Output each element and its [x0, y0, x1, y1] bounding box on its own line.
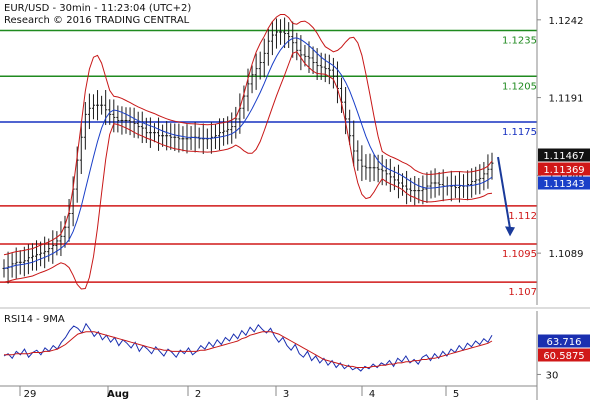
main-plot-area: 1.12421.11911.11401.10891.12351.12051.11…	[0, 14, 590, 298]
forecast-arrow-shaft	[497, 156, 511, 229]
forecast-arrow-head	[505, 226, 515, 237]
level-label: 1.1095	[502, 249, 537, 260]
rsi-value-tag-label: 60.5875	[543, 351, 584, 362]
chart-title: EUR/USD - 30min - 11:23:04 (UTC+2)	[4, 3, 191, 14]
rsi-plot-area: 30 63.716 60.5875 29 Aug 2 3 4 5	[3, 322, 590, 400]
time-tick-label: 2	[195, 389, 201, 400]
rsi-tick-label: 30	[546, 370, 559, 381]
level-label: 1.1205	[502, 81, 537, 92]
value-tag-label: 1.11369	[543, 165, 584, 176]
header: EUR/USD - 30min - 11:23:04 (UTC+2) Resea…	[4, 3, 191, 26]
level-label: 1.107	[508, 287, 537, 298]
rsi-value-tag-label: 63.716	[547, 337, 582, 348]
level-label: 1.1175	[502, 127, 537, 138]
y-tick-label: 1.1191	[549, 94, 584, 105]
rsi-title: RSI14 - 9MA	[4, 314, 65, 325]
level-label: 1.112	[508, 211, 537, 222]
value-tag-label: 1.11343	[543, 179, 584, 190]
time-tick-label: Aug	[107, 389, 129, 400]
chart-frame	[0, 0, 590, 400]
level-label: 1.1235	[502, 36, 537, 47]
chart-root: 1.12421.11911.11401.10891.12351.12051.11…	[0, 0, 590, 400]
value-tag-label: 1.11467	[543, 151, 584, 162]
time-tick-label: 3	[283, 389, 289, 400]
time-tick-label: 29	[24, 389, 37, 400]
time-tick-label: 5	[453, 389, 459, 400]
rsi-line	[3, 322, 493, 372]
chart-credit: Research © 2016 TRADING CENTRAL	[4, 15, 190, 26]
time-tick-label: 4	[369, 389, 375, 400]
y-tick-label: 1.1242	[549, 16, 584, 27]
chart-svg: 1.12421.11911.11401.10891.12351.12051.11…	[0, 0, 590, 400]
y-tick-label: 1.1089	[549, 249, 584, 260]
